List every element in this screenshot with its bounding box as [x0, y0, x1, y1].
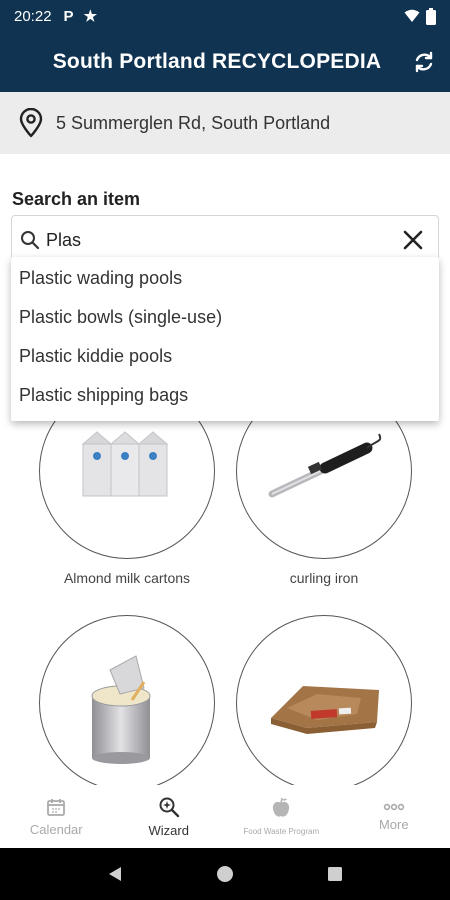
- back-triangle-icon: [109, 867, 121, 881]
- app-title: South Portland RECYCLOPEDIA: [52, 50, 382, 73]
- search-label: Search an item: [12, 189, 141, 209]
- item-image-circle[interactable]: [236, 615, 412, 785]
- nav-label: Wizard: [148, 822, 189, 838]
- suggestion-item[interactable]: Plastic kiddie pools: [11, 337, 439, 376]
- suggestion-item[interactable]: Plastic shipping bags: [11, 376, 439, 415]
- location-bar[interactable]: 5 Summerglen Rd, South Portland: [0, 92, 450, 154]
- parking-app-icon: P: [63, 7, 74, 25]
- nav-item-food-waste[interactable]: Food Waste Program: [225, 785, 338, 848]
- suggestion-item[interactable]: Plastic wading pools: [11, 259, 439, 298]
- nav-item-calendar[interactable]: Calendar: [0, 785, 113, 848]
- suggestion-item[interactable]: Plastic bowls (single-use): [11, 298, 439, 337]
- item-label: curling iron: [289, 570, 359, 586]
- system-home-button[interactable]: [210, 859, 240, 889]
- search-input[interactable]: [46, 229, 398, 251]
- apple-icon: [273, 797, 290, 817]
- star-icon: ★: [83, 8, 98, 25]
- search-suggestions: Plastic wading pools Plastic bowls (sing…: [11, 257, 439, 421]
- bottom-navigation: Calendar Wizard Food Waste Program More: [0, 785, 450, 848]
- calendar-icon: [47, 798, 66, 816]
- system-navigation-bar: [0, 848, 450, 900]
- refresh-button[interactable]: [410, 48, 438, 76]
- open-can-image: [91, 655, 151, 764]
- wifi-icon: [404, 9, 420, 22]
- location-pin-icon: [19, 108, 43, 138]
- status-bar: 20:22 P ★: [0, 0, 450, 32]
- item-card-cardboard[interactable]: [236, 615, 412, 785]
- item-grid: Almond milk cartons curling iron: [0, 380, 450, 785]
- item-image-circle[interactable]: [39, 615, 215, 785]
- battery-icon: [426, 7, 436, 25]
- status-right-icons: [404, 7, 436, 25]
- wizard-search-icon: [159, 797, 179, 817]
- status-time: 20:22: [14, 7, 52, 25]
- system-back-button[interactable]: [100, 859, 130, 889]
- nav-item-wizard[interactable]: Wizard: [113, 785, 226, 848]
- nav-label: Food Waste Program: [243, 827, 320, 836]
- close-icon: [403, 230, 423, 250]
- recents-square-icon: [328, 867, 342, 881]
- system-recents-button[interactable]: [320, 859, 350, 889]
- app-bar: South Portland RECYCLOPEDIA: [0, 32, 450, 92]
- refresh-icon: [415, 51, 433, 73]
- nav-label: Calendar: [29, 821, 83, 837]
- home-circle-icon: [217, 866, 233, 882]
- nav-label: More: [378, 816, 409, 832]
- cardboard-image: [271, 686, 379, 734]
- more-icon: [383, 803, 404, 810]
- clear-search-button[interactable]: [398, 225, 428, 255]
- location-address: 5 Summerglen Rd, South Portland: [56, 112, 331, 133]
- item-label: Almond milk cartons: [63, 570, 191, 586]
- nav-item-more[interactable]: More: [338, 785, 450, 848]
- search-icon: [21, 231, 40, 250]
- item-card-can[interactable]: [39, 615, 215, 785]
